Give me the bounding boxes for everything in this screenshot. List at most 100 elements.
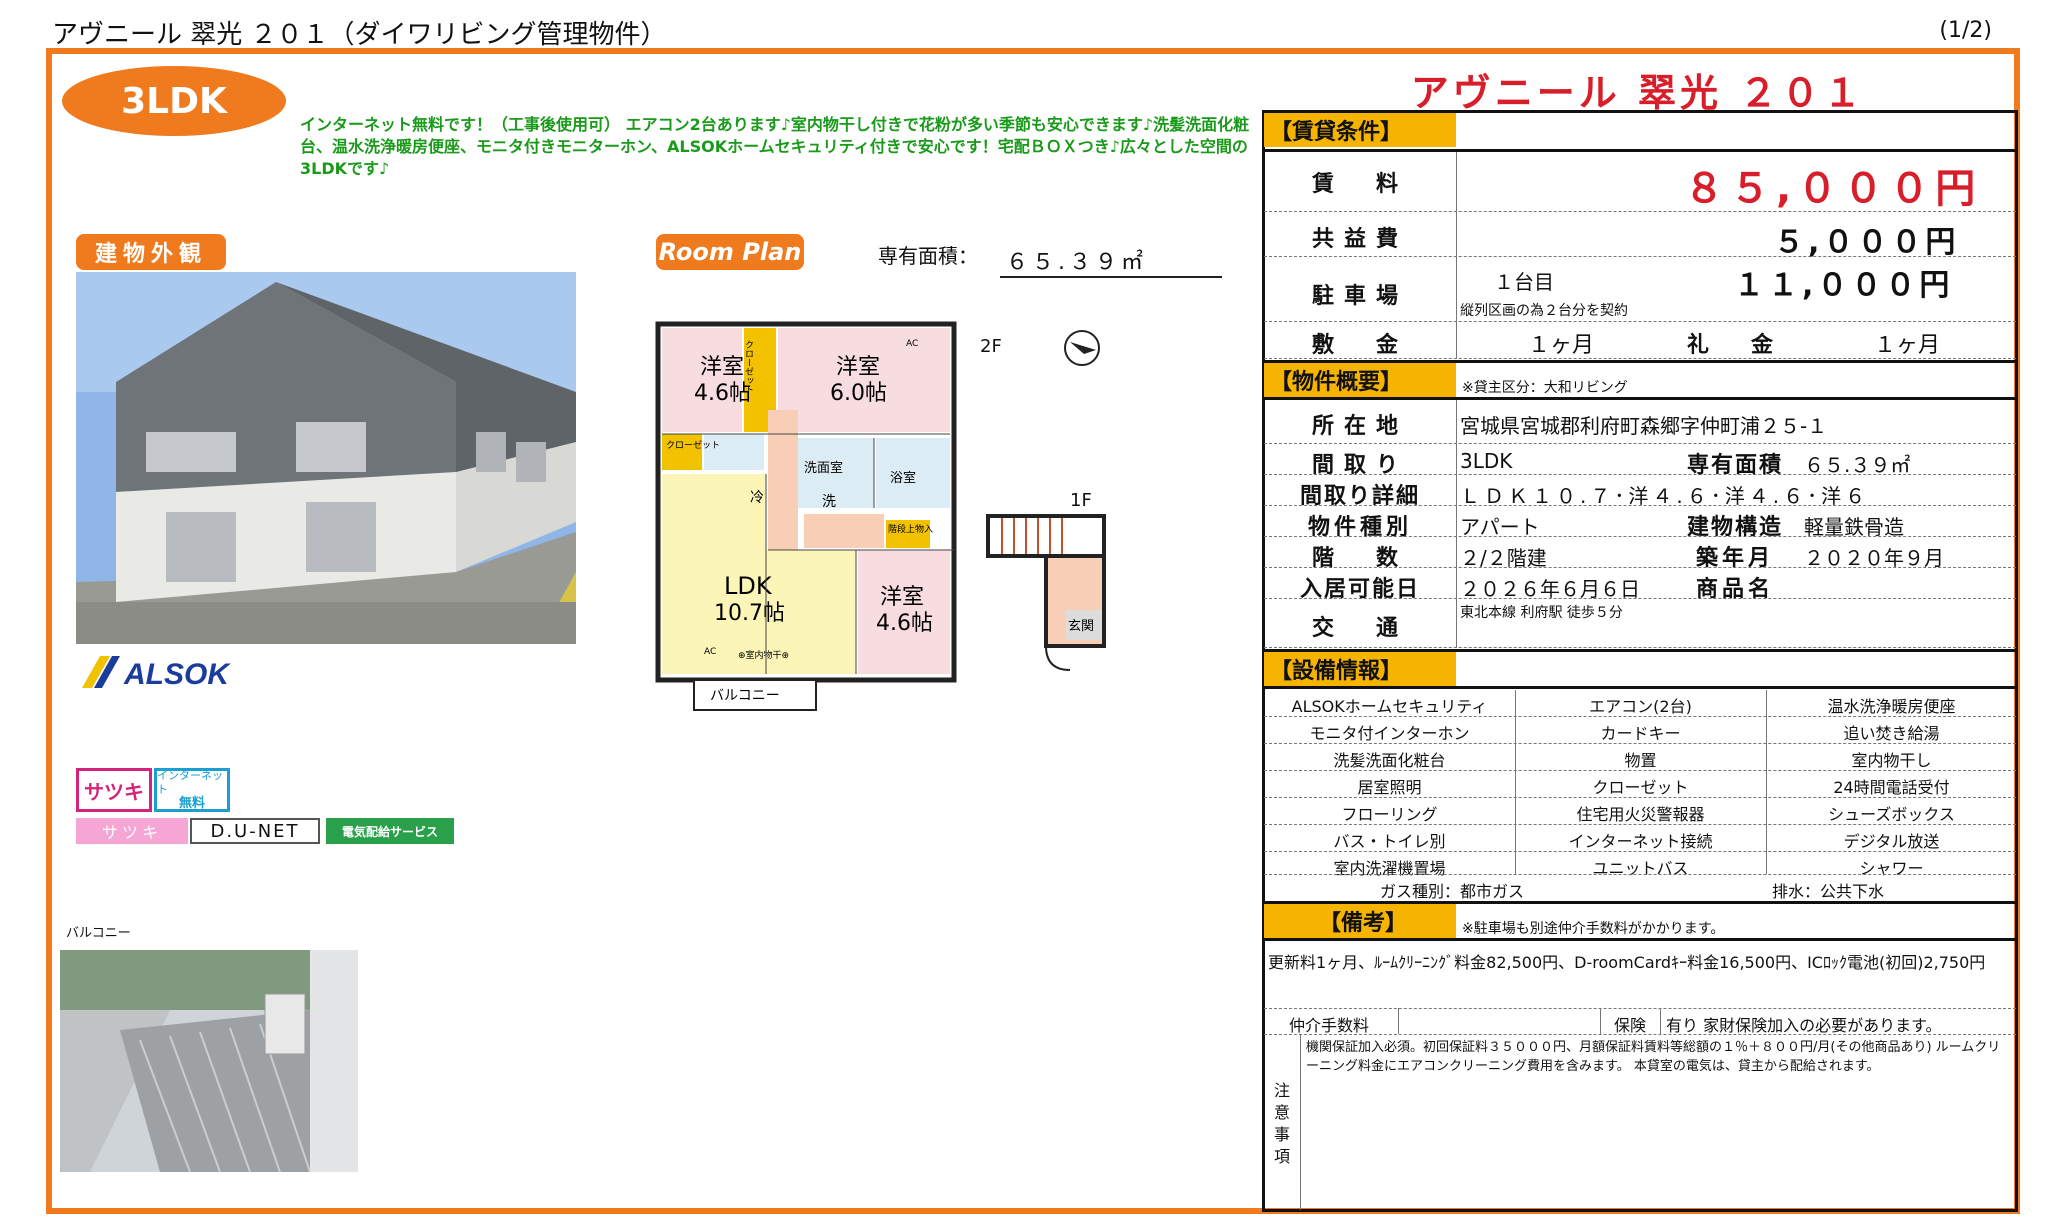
key-money-label: 礼 金 [1686, 333, 1783, 358]
deposit-value: １ヶ月 [1528, 333, 1595, 358]
equipment-item: 住宅用火災警報器 [1576, 805, 1705, 824]
balcony-caption: バルコニー [66, 926, 131, 941]
room-w1-label: 洋室 [700, 355, 744, 380]
room-w2-label: 洋室 [836, 355, 880, 380]
equipment-item: 室内物干し [1851, 751, 1932, 770]
parking-note: 縦列区画の為２台分を契約 [1460, 303, 1628, 319]
parking-label: 駐車場 [1311, 284, 1408, 309]
equipment-item: フローリング [1341, 805, 1438, 824]
layout-label: 間取り [1311, 453, 1408, 478]
property-name: アヴニール 翠光 ２０１ [1410, 71, 1866, 115]
electric-service-bar: 電気配給サービス [326, 818, 454, 844]
internet-free-logo: インターネット 無料 [154, 768, 230, 812]
room-w3-size: 4.6帖 [876, 611, 933, 636]
floor-2f-label: 2F [980, 336, 1002, 357]
fridge-label: 冷 [750, 490, 764, 506]
address-label: 所在地 [1311, 414, 1408, 439]
layout-badge: 3LDK [62, 66, 286, 136]
area-label: 専有面積： [878, 244, 978, 268]
equipment-item: 24時間電話受付 [1833, 778, 1950, 797]
layout-detail-label: 間取り詳細 [1299, 484, 1420, 509]
equipment-item: エアコン(2台) [1589, 697, 1692, 716]
area-detail-value: ６５.３９㎡ [1804, 453, 1911, 477]
stairs-note: 階段上物入 [888, 523, 933, 535]
compass-icon [1064, 330, 1100, 366]
equipment-item: カードキー [1600, 724, 1681, 743]
equipment-item: シャワー [1859, 859, 1924, 878]
internet-logo-bottom: 無料 [178, 796, 205, 811]
balcony-photo [60, 950, 358, 1172]
room-w3-label: 洋室 [880, 585, 924, 610]
structure-label: 建物構造 [1686, 515, 1783, 540]
section-equipment: 【設備情報】 [1264, 652, 1456, 686]
room-w2-size: 6.0帖 [830, 381, 887, 406]
common-fee-label: 共益費 [1311, 227, 1408, 252]
deposit-label: 敷 金 [1311, 333, 1408, 358]
common-fee-value: ５,０００円 [1774, 225, 1960, 260]
exterior-label: 建物外観 [76, 234, 226, 270]
bath-label: 浴室 [890, 470, 916, 486]
equipment-item: シューズボックス [1828, 805, 1955, 824]
page-number: (1/2) [1939, 18, 1992, 43]
internet-logo-top: インターネット [157, 769, 223, 796]
remarks-text: 更新料1ヶ月、ﾙｰﾑｸﾘｰﾆﾝｸﾞ料金82,500円、D-roomCardｷｰ料… [1268, 953, 1986, 972]
product-label: 商品名 [1695, 577, 1774, 602]
equipment-item: 居室照明 [1357, 778, 1422, 797]
washroom-label: 洗面室 [804, 460, 843, 476]
floor-1f-label: 1F [1070, 490, 1092, 511]
property-description: インターネット無料です！（工事後使用可） エアコン2台あります♪室内物干し付きで… [300, 115, 1250, 178]
layout-value: 3LDK [1460, 449, 1513, 473]
area-value: ６５.３９㎡ [1000, 244, 1222, 278]
section-overview: 【物件概要】 [1264, 363, 1456, 397]
layout-detail-value: ＬＤＫ１０.７･洋４.６･洋４.６･洋６ [1460, 484, 1870, 508]
indoor-dry-label: ⊕室内物干⊕ [738, 649, 789, 661]
parking-value: １１,０００円 [1734, 268, 1954, 303]
balcony-label: バルコニー [710, 688, 780, 704]
alsok-text: ALSOK [123, 658, 231, 691]
rent-value: ８５,０００円 [1684, 166, 1982, 212]
section-rent: 【賃貸条件】 [1264, 113, 1456, 147]
floor-plan-1f: 玄関 [986, 514, 1106, 671]
document-title: アヴニール 翠光 ２０１（ダイワリビング管理物件） [52, 20, 667, 50]
floors-label: 階 数 [1311, 546, 1408, 571]
ac-label-2: AC [906, 339, 918, 349]
notes-label: 注意事項 [1273, 1081, 1290, 1166]
drain-type: 排水：公共下水 [1771, 882, 1884, 901]
equipment-item: モニタ付インターホン [1309, 724, 1470, 743]
broker-fee-label: 仲介手数料 [1288, 1016, 1369, 1035]
wash-label: 洗 [822, 494, 836, 510]
equipment-item: 洗髪洗面化粧台 [1333, 751, 1446, 770]
roomplan-label: Room Plan [656, 234, 804, 270]
built-value: ２０２０年９月 [1804, 546, 1944, 570]
equipment-item: 追い焚き給湯 [1843, 724, 1940, 743]
satsuki-bar: サツキ [76, 818, 188, 844]
type-label: 物件種別 [1307, 515, 1412, 540]
ac-label-1: AC [704, 647, 716, 657]
alsok-logo: ALSOK [82, 656, 231, 691]
remarks-note: ※駐車場も別途仲介手数料がかかります。 [1462, 921, 1725, 937]
equipment-item: ALSOKホームセキュリティ [1291, 697, 1488, 716]
built-label: 築年月 [1695, 546, 1774, 571]
traffic-label: 交 通 [1311, 616, 1408, 641]
equipment-item: 温水洗浄暖房便座 [1827, 697, 1956, 716]
equipment-item: バス・トイレ別 [1333, 832, 1446, 851]
closet1-label: クローゼット [743, 340, 754, 394]
gas-type: ガス種別：都市ガス [1379, 882, 1524, 901]
parking-count: １台目 [1494, 270, 1554, 294]
insurance-label: 保険 [1613, 1016, 1646, 1035]
address-value: 宮城県宮城郡利府町森郷字仲町浦２５-１ [1460, 414, 1828, 438]
insurance-value: 有り 家財保険加入の必要があります。 [1666, 1016, 1942, 1035]
ldk-size: 10.7帖 [714, 601, 785, 626]
owner-note: ※貸主区分：大和リビング [1462, 380, 1628, 396]
equipment-item: ユニットバス [1592, 859, 1689, 878]
equipment-item: 室内洗濯機置場 [1333, 859, 1446, 878]
traffic-value: 東北本線 利府駅 徒歩５分 [1460, 605, 1623, 621]
equipment-item: 物置 [1624, 751, 1657, 770]
closet2-label: クローゼット [666, 439, 720, 451]
equipment-item: インターネット接続 [1568, 832, 1713, 851]
rent-label: 賃 料 [1311, 172, 1408, 197]
area-detail-label: 専有面積 [1686, 453, 1783, 478]
exterior-photo [76, 272, 576, 644]
move-in-value: ２０２６年６月６日 [1460, 577, 1640, 601]
entrance-label: 玄関 [1068, 619, 1094, 634]
